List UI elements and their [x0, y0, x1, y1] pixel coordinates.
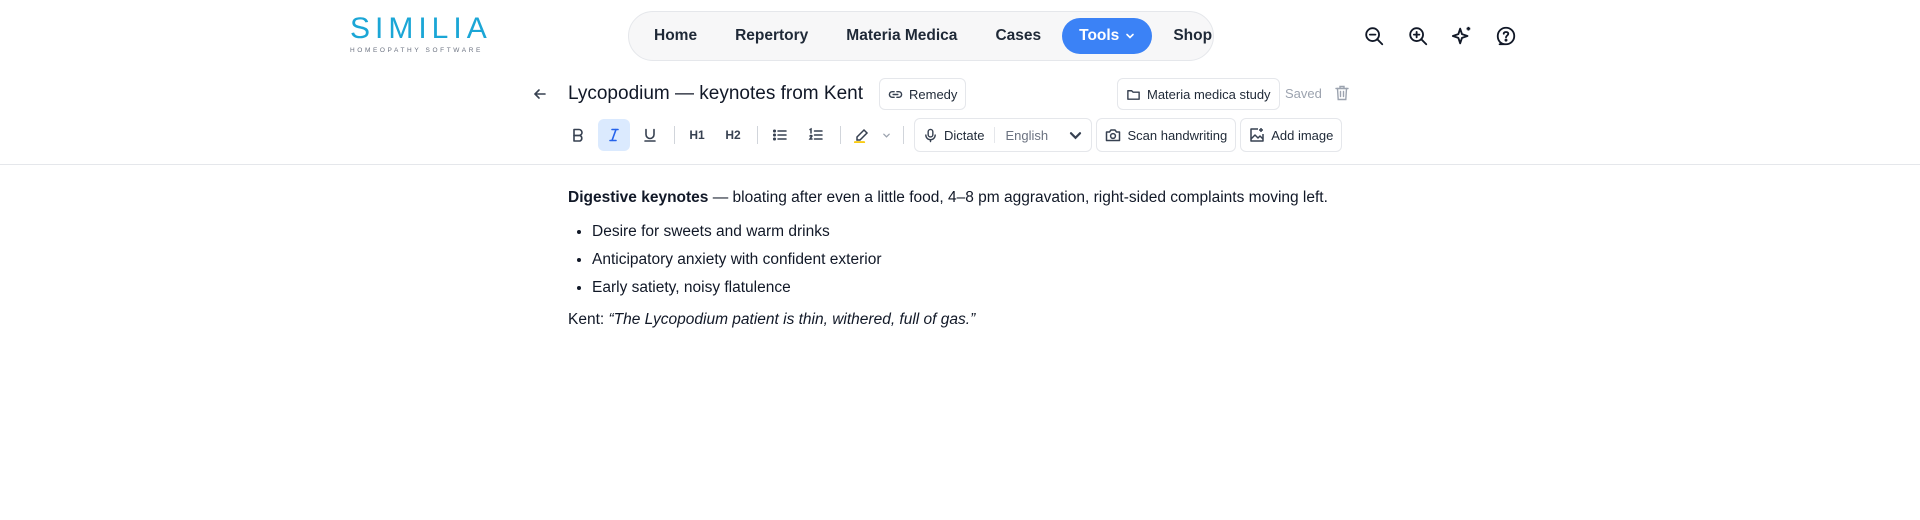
- italic-icon: [609, 128, 619, 142]
- h2-label: H2: [725, 128, 741, 142]
- microphone-icon: [925, 128, 936, 142]
- toolbar-divider: [903, 126, 904, 144]
- underline-button[interactable]: [634, 119, 666, 151]
- dictate-divider: [994, 127, 996, 143]
- paragraph-text: — bloating after even a little food, 4–8…: [708, 189, 1328, 206]
- italic-button[interactable]: [598, 119, 630, 151]
- language-value: English: [1005, 127, 1049, 143]
- nav-item-home[interactable]: Home: [637, 18, 714, 54]
- delete-note-button[interactable]: [1333, 83, 1351, 103]
- note-editor[interactable]: Digestive keynotes — bloating after even…: [568, 186, 1368, 332]
- top-icon-group: [1360, 22, 1520, 50]
- arrow-left-icon: [533, 89, 546, 99]
- remedy-chip-label: Remedy: [909, 86, 958, 102]
- list-item: Anticipatory anxiety with confident exte…: [592, 248, 1368, 272]
- camera-icon: [1106, 129, 1121, 142]
- add-image-button[interactable]: Add image: [1240, 118, 1343, 152]
- ai-assistant-button[interactable]: [1448, 22, 1476, 50]
- nav-item-label: Materia Medica: [846, 27, 958, 44]
- dictate-control: Dictate English: [914, 118, 1093, 152]
- nav-item-cases[interactable]: Cases: [978, 18, 1058, 54]
- bullet-list-icon: [772, 129, 787, 141]
- list-item: Desire for sweets and warm drinks: [592, 220, 1368, 244]
- language-select[interactable]: English: [1005, 128, 1083, 143]
- kent-quote: “The Lycopodium patient is thin, withere…: [608, 311, 976, 328]
- similia-logo[interactable]: SIMILIA HOMEOPATHY SOFTWARE: [346, 14, 487, 58]
- numbered-list-button[interactable]: [800, 119, 832, 151]
- zoom-out-button[interactable]: [1360, 22, 1388, 50]
- heading-1-button[interactable]: H1: [681, 119, 713, 151]
- heading-2-button[interactable]: H2: [717, 119, 749, 151]
- back-button[interactable]: [528, 82, 552, 106]
- list-item: Early satiety, noisy flatulence: [592, 276, 1368, 300]
- bold-button[interactable]: [562, 119, 594, 151]
- keynote-list: Desire for sweets and warm drinks Antici…: [592, 220, 1368, 300]
- sparkles-icon: [1451, 26, 1471, 45]
- toolbar-divider: [840, 126, 841, 144]
- dictate-button[interactable]: Dictate: [944, 128, 984, 143]
- chevron-down-icon: [1070, 131, 1082, 139]
- header-divider: [0, 164, 1920, 165]
- highlighter-icon: [854, 128, 869, 143]
- trash-icon: [1335, 85, 1349, 101]
- highlight-color-dropdown[interactable]: [877, 119, 895, 151]
- save-status: Saved: [1285, 86, 1322, 101]
- image-plus-icon: [1250, 128, 1264, 142]
- paragraph-quote: Kent: “The Lycopodium patient is thin, w…: [568, 308, 1368, 332]
- underline-icon: [644, 128, 656, 142]
- chevron-down-icon: [882, 133, 890, 138]
- link-icon: [888, 90, 903, 98]
- highlight-button[interactable]: [847, 119, 877, 151]
- main-nav: Home Repertory Materia Medica Cases Tool…: [628, 11, 1214, 61]
- folder-icon: [1127, 89, 1140, 100]
- nav-item-repertory[interactable]: Repertory: [718, 18, 825, 54]
- nav-item-label: Tools: [1079, 27, 1120, 44]
- toolbar-divider: [757, 126, 758, 144]
- help-icon: [1496, 26, 1516, 46]
- formatting-toolbar: H1 H2 Dictate English Scan handwriting A…: [562, 118, 1343, 152]
- top-navigation-bar: SIMILIA HOMEOPATHY SOFTWARE Home Reperto…: [0, 0, 1920, 72]
- folder-label: Materia medica study: [1147, 86, 1271, 102]
- chevron-down-icon: [1126, 33, 1135, 39]
- bold-heading: Digestive keynotes: [568, 189, 709, 206]
- nav-item-label: Home: [654, 27, 698, 44]
- note-title[interactable]: Lycopodium — keynotes from Kent: [568, 82, 863, 106]
- zoom-out-icon: [1365, 27, 1384, 46]
- nav-item-shop[interactable]: Shop: [1156, 18, 1229, 54]
- scan-handwriting-button[interactable]: Scan handwriting: [1096, 118, 1237, 152]
- nav-item-label: Cases: [995, 27, 1042, 44]
- toolbar-divider: [674, 126, 675, 144]
- nav-item-materia-medica[interactable]: Materia Medica: [829, 18, 974, 54]
- remedy-link-button[interactable]: Remedy: [879, 78, 967, 110]
- zoom-in-button[interactable]: [1404, 22, 1432, 50]
- numbered-list-icon: [808, 127, 823, 140]
- nav-item-label: Repertory: [735, 27, 809, 44]
- paragraph-digestive: Digestive keynotes — bloating after even…: [568, 186, 1368, 210]
- scan-label: Scan handwriting: [1127, 127, 1228, 143]
- bold-icon: [573, 128, 583, 142]
- help-button[interactable]: [1492, 22, 1520, 50]
- logo-word: SIMILIA: [350, 12, 492, 45]
- bullet-list-button[interactable]: [764, 119, 796, 151]
- zoom-in-icon: [1409, 27, 1428, 46]
- folder-selector[interactable]: Materia medica study: [1117, 78, 1280, 110]
- logo-text: SIMILIA HOMEOPATHY SOFTWARE: [350, 12, 492, 55]
- nav-item-label: Shop: [1173, 27, 1213, 44]
- quote-prefix: Kent:: [568, 311, 609, 328]
- nav-item-tools[interactable]: Tools: [1062, 18, 1153, 54]
- h1-label: H1: [689, 128, 705, 142]
- image-label: Add image: [1271, 127, 1334, 143]
- logo-subtitle: HOMEOPATHY SOFTWARE: [350, 47, 483, 54]
